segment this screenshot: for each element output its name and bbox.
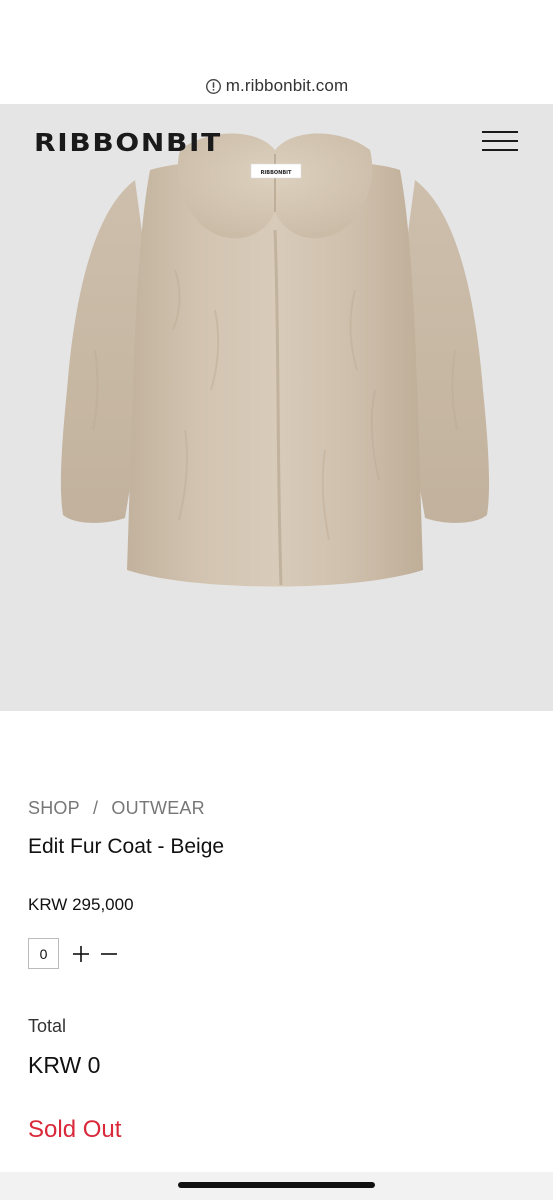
product-price: KRW 295,000	[28, 895, 134, 914]
info-circle-icon	[205, 78, 221, 94]
minus-icon[interactable]	[95, 938, 123, 969]
plus-icon[interactable]	[67, 938, 95, 969]
home-indicator-area	[0, 1172, 553, 1200]
brand-logo[interactable]: RIBBONBIT	[34, 128, 222, 157]
quantity-input[interactable]: 0	[28, 938, 59, 969]
breadcrumb-separator: /	[93, 798, 99, 818]
url-text: m.ribbonbit.com	[225, 76, 349, 95]
quantity-stepper: 0	[28, 938, 123, 969]
product-title: Edit Fur Coat - Beige	[28, 835, 225, 858]
sold-out-status: Sold Out	[28, 1116, 122, 1143]
hamburger-menu-icon[interactable]	[482, 130, 518, 152]
breadcrumb: SHOP / OUTWEAR	[28, 798, 205, 819]
breadcrumb-outwear[interactable]: OUTWEAR	[111, 798, 204, 819]
home-indicator-bar[interactable]	[178, 1182, 375, 1188]
total-label: Total	[28, 1016, 67, 1036]
product-image: RIBBONBIT	[60, 133, 490, 587]
coat-neck-label: RIBBONBIT	[261, 170, 292, 176]
url-display[interactable]: m.ribbonbit.com	[0, 76, 553, 96]
browser-url-bar: m.ribbonbit.com	[0, 0, 553, 104]
breadcrumb-shop[interactable]: SHOP	[28, 798, 80, 819]
total-value: KRW 0	[28, 1052, 101, 1078]
